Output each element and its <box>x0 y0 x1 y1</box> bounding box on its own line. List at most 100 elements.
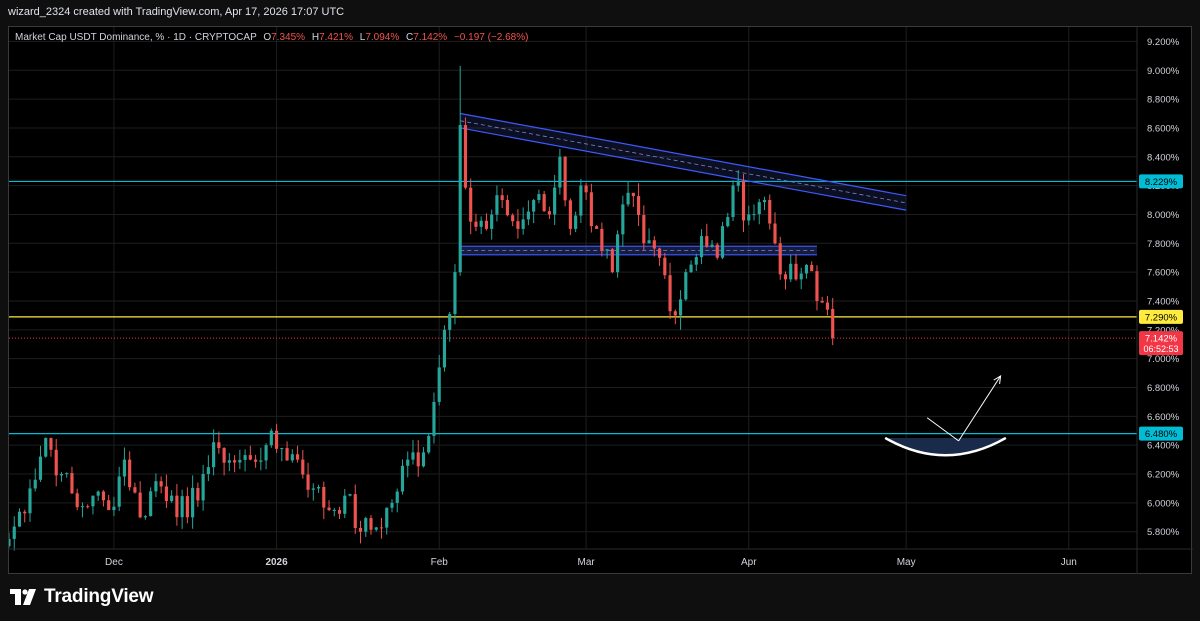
high-value: 7.421% <box>319 32 353 43</box>
candle-body <box>196 487 200 501</box>
candle-body <box>374 527 378 530</box>
candle-body <box>437 367 441 402</box>
candle-body <box>369 518 373 530</box>
tradingview-logo-icon <box>10 589 36 605</box>
candle-body <box>747 214 751 221</box>
candle-body <box>327 507 331 511</box>
time-tick-label: Feb <box>431 557 449 568</box>
candle-body <box>453 272 457 314</box>
candle-body <box>647 240 651 244</box>
price-tick-label: 8.800% <box>1147 95 1180 106</box>
descending-channel-bottom <box>460 127 907 211</box>
tradingview-logo[interactable]: TradingView <box>10 584 154 610</box>
trend-drawings[interactable] <box>460 112 907 256</box>
candle-body <box>406 459 410 466</box>
candle-body <box>741 180 746 221</box>
time-tick-label: Dec <box>105 557 123 568</box>
candles <box>9 65 835 551</box>
candle-body <box>343 495 347 514</box>
price-tick-label: 9.000% <box>1147 66 1180 77</box>
candle-body <box>238 459 242 463</box>
projection-up-arrow <box>958 375 1002 442</box>
candle-body <box>264 445 268 461</box>
candle-body <box>86 506 90 508</box>
candle-body <box>621 204 625 235</box>
candle-body <box>280 448 284 450</box>
symbol-title: Market Cap USDT Dominance, % · 1D · CRYP… <box>15 32 257 43</box>
candle-body <box>799 273 803 280</box>
candle-body <box>191 487 195 518</box>
level-price-tag-label: 8.229% <box>1145 177 1178 188</box>
price-tick-label: 5.800% <box>1147 527 1180 538</box>
candle-body <box>547 211 551 215</box>
high-label: H <box>312 32 319 43</box>
candle-body <box>316 486 321 489</box>
candle-body <box>778 243 782 275</box>
candle-body <box>154 481 158 492</box>
candle-body <box>736 180 740 186</box>
time-tick-label: Jun <box>1061 557 1077 568</box>
candle-body <box>295 454 300 460</box>
candle-body <box>149 491 153 517</box>
candle-body <box>532 200 536 212</box>
candle-body <box>657 248 662 258</box>
candle-body <box>101 491 106 501</box>
price-tick-label: 9.200% <box>1147 37 1180 48</box>
candle-body <box>143 516 147 518</box>
price-tick-label: 7.800% <box>1147 239 1180 250</box>
candle-body <box>358 527 363 532</box>
candle-body <box>579 185 583 216</box>
candle-body <box>511 215 515 222</box>
candle-body <box>542 194 546 212</box>
projection-arrow-head <box>993 374 1002 384</box>
candle-body <box>243 455 247 460</box>
candle-body <box>96 491 100 496</box>
time-tick-label: Mar <box>577 557 595 568</box>
price-axis[interactable]: 9.200%9.000%8.800%8.600%8.400%8.200%8.00… <box>1136 27 1183 575</box>
candle-body <box>306 474 310 490</box>
candle-body <box>248 455 252 460</box>
candle-body <box>290 454 294 461</box>
candle-body <box>180 496 184 518</box>
candle-body <box>23 511 27 514</box>
candle-body <box>185 496 189 518</box>
candle-body <box>757 202 761 215</box>
candle-body <box>254 459 258 462</box>
candle-body <box>337 510 342 514</box>
price-tick-label: 8.600% <box>1147 123 1180 134</box>
candle-body <box>75 493 79 508</box>
candle-body <box>637 196 641 216</box>
time-tick-label: Apr <box>741 557 757 568</box>
candle-body <box>122 459 126 477</box>
candle-body <box>91 495 95 507</box>
candle-body <box>427 435 431 453</box>
candle-body <box>201 474 205 501</box>
grid <box>9 27 1137 549</box>
candle-body <box>70 473 74 494</box>
price-tick-label: 6.800% <box>1147 383 1180 394</box>
price-tick-label: 7.400% <box>1147 296 1180 307</box>
time-axis[interactable]: Dec 2026 Feb Mar Apr May Jun <box>9 548 1193 568</box>
tradingview-wordmark: TradingView <box>44 586 154 607</box>
price-tick-label: 6.200% <box>1147 470 1180 481</box>
candle-body <box>689 264 693 273</box>
price-chart[interactable]: 9.200%9.000%8.800%8.600%8.400%8.200%8.00… <box>9 27 1193 575</box>
candle-body <box>479 220 483 227</box>
chart-frame[interactable]: 9.200%9.000%8.800%8.600%8.400%8.200%8.00… <box>8 26 1193 575</box>
horizontal-levels <box>9 180 1137 435</box>
candle-body <box>490 214 494 229</box>
candle-body <box>831 308 835 339</box>
candle-body <box>783 274 788 280</box>
candle-body <box>773 223 777 244</box>
candle-body <box>206 467 210 475</box>
candle-body <box>442 329 447 368</box>
candle-body <box>752 214 756 216</box>
candle-body <box>54 449 58 476</box>
candle-body <box>448 313 452 330</box>
candle-body <box>259 460 263 462</box>
candle-body <box>117 476 121 507</box>
attribution-text: wizard_2324 created with TradingView.com… <box>8 6 345 18</box>
low-value: 7.094% <box>365 32 399 43</box>
price-tick-label: 7.000% <box>1147 354 1180 365</box>
candle-body <box>12 526 16 539</box>
